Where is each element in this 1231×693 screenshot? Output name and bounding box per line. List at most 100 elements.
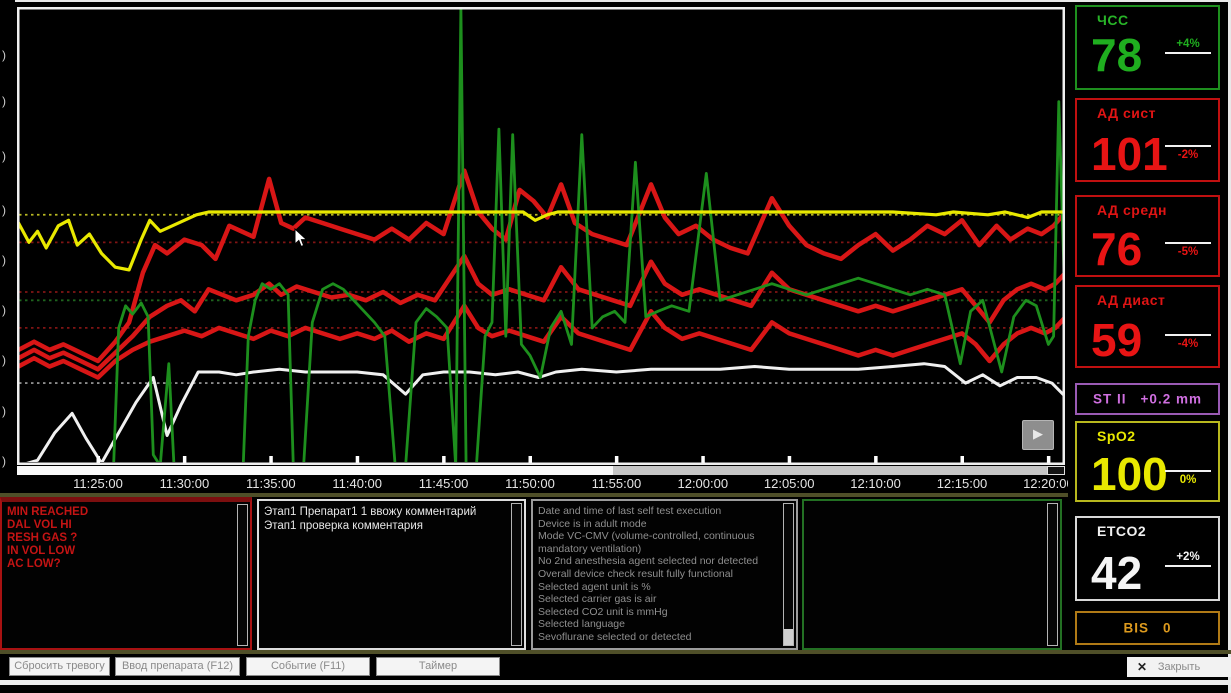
- vital-trend-line: [1165, 242, 1211, 244]
- vital-panel-st[interactable]: ST II+0.2 mm: [1075, 383, 1220, 415]
- x-axis-label: 12:15:00: [920, 476, 1004, 491]
- trend-scroll-thumb[interactable]: [613, 466, 1047, 475]
- device-panel-scroll-thumb[interactable]: [784, 629, 793, 645]
- vital-value-bis: 0: [1163, 621, 1172, 636]
- trend-scroll-elapsed: [17, 466, 613, 475]
- vital-trend-bp-mean: -5%: [1163, 227, 1213, 261]
- device-status-line: Mode VC-CMV (volume-controlled, continuo…: [538, 530, 780, 543]
- vital-trend-bp-dia: -4%: [1163, 319, 1213, 353]
- comments-panel-scrollbar[interactable]: [511, 503, 522, 646]
- vital-trend-spo2: 0%: [1163, 455, 1213, 489]
- device-status-line: Selected agent unit is %: [538, 581, 780, 594]
- vital-trend-percent: 0%: [1163, 473, 1213, 487]
- y-axis-tick: ): [2, 203, 6, 217]
- trend-chart[interactable]: [17, 7, 1065, 465]
- alarm-message: IN VOL LOW: [7, 545, 234, 558]
- vital-panel-bis[interactable]: BIS 0: [1075, 611, 1220, 645]
- device-status-line: Selected language: [538, 618, 780, 631]
- device-status-line: Device is in adult mode: [538, 518, 780, 531]
- mouse-cursor: [294, 228, 308, 248]
- vital-value-bp-dia: 59: [1091, 319, 1142, 361]
- comment-line: Этап1 проверка комментария: [264, 519, 508, 533]
- vital-label-spo2: SpO2: [1097, 428, 1136, 444]
- bottom-separator: [0, 680, 1231, 685]
- vital-inline-row: ST II+0.2 mm: [1077, 392, 1218, 407]
- comments-panel[interactable]: Этап1 Препарат1 1 ввожу комментарийЭтап1…: [257, 499, 526, 650]
- trend-scroll-track-end[interactable]: [1047, 466, 1065, 475]
- x-axis-label: 11:25:00: [56, 476, 140, 491]
- vital-inline-row: BIS 0: [1077, 621, 1218, 636]
- x-axis-label: 11:50:00: [488, 476, 572, 491]
- play-arrow-icon: ▶: [1033, 426, 1043, 441]
- close-button[interactable]: ✕ Закрыть: [1127, 657, 1231, 677]
- vital-trend-percent: -5%: [1163, 245, 1213, 259]
- vital-trend-line: [1165, 145, 1211, 147]
- vital-trend-line: [1165, 334, 1211, 336]
- vital-panel-bp-dia[interactable]: АД диаст 59 -4%: [1075, 285, 1220, 368]
- vital-trend-percent: -2%: [1163, 148, 1213, 162]
- vital-trend-line: [1165, 470, 1211, 472]
- toolbar-button-2[interactable]: Ввод препарата (F12): [115, 657, 240, 676]
- device-status-line: mandatory ventilation): [538, 543, 780, 556]
- vital-trend-percent: -4%: [1163, 337, 1213, 351]
- vital-trend-hr: +4%: [1163, 37, 1213, 71]
- x-axis-label: 12:10:00: [834, 476, 918, 491]
- y-axis-tick: ): [2, 303, 6, 317]
- device-status-line: Date and time of last self test executio…: [538, 505, 780, 518]
- comment-line: Этап1 Препарат1 1 ввожу комментарий: [264, 505, 508, 519]
- vital-label-bis: BIS: [1123, 621, 1149, 636]
- toolbar-button-3[interactable]: Событие (F11): [246, 657, 370, 676]
- events-list: [804, 501, 1046, 509]
- vital-trend-etco2: +2%: [1163, 550, 1213, 584]
- x-axis-label: 11:55:00: [574, 476, 658, 491]
- x-axis-label: 12:05:00: [747, 476, 831, 491]
- alarm-message: MIN REACHED: [7, 506, 234, 519]
- x-axis-label: 11:30:00: [142, 476, 226, 491]
- trend-forward-button[interactable]: ▶: [1022, 420, 1054, 450]
- alarm-message: RESH GAS ?: [7, 532, 234, 545]
- alarm-message: DAL VOL HI: [7, 519, 234, 532]
- alarm-message: AC LOW?: [7, 558, 234, 571]
- vital-panel-spo2[interactable]: SpO2 1000%: [1075, 421, 1220, 502]
- y-axis-tick: ): [2, 48, 6, 62]
- y-axis-tick: ): [2, 253, 6, 267]
- close-button-label: Закрыть: [1158, 661, 1200, 673]
- events-panel-scrollbar[interactable]: [1047, 503, 1058, 646]
- vital-panel-bp-mean[interactable]: АД средн76-5%: [1075, 195, 1220, 277]
- chart-border: [18, 8, 1064, 464]
- trend-series-ETCO2: [19, 364, 1066, 465]
- toolbar-button-1[interactable]: Сбросить тревогу: [9, 657, 110, 676]
- alarm-messages-panel[interactable]: MIN REACHEDDAL VOL HIRESH GAS ?IN VOL LO…: [0, 497, 252, 650]
- trend-scrollbar[interactable]: [17, 466, 1065, 475]
- vital-trend-line: [1165, 565, 1211, 567]
- vital-panel-etco2[interactable]: ETCO242+2%: [1075, 516, 1220, 601]
- x-axis-label: 11:35:00: [229, 476, 313, 491]
- vital-trend-line: [1165, 52, 1211, 54]
- vital-label-st: ST II: [1093, 392, 1127, 407]
- device-panel-scrollbar[interactable]: [783, 503, 794, 646]
- x-axis-label: 12:00:00: [661, 476, 745, 491]
- comment-list: Этап1 Препарат1 1 ввожу комментарийЭтап1…: [259, 501, 510, 537]
- x-axis-label: 11:40:00: [315, 476, 399, 491]
- x-axis-label: 11:45:00: [402, 476, 486, 491]
- trend-series-ЧСС: [114, 8, 1065, 465]
- vital-label-bp-sys: АД сист: [1097, 105, 1156, 121]
- device-status-line: Selected carrier gas is air: [538, 593, 780, 606]
- vital-panel-hr[interactable]: ЧСС 78 +4%: [1075, 5, 1220, 90]
- vital-value-spo2: 100: [1091, 453, 1168, 495]
- vital-label-hr: ЧСС: [1097, 12, 1129, 28]
- vital-value-hr: 78: [1091, 34, 1142, 76]
- device-status-panel[interactable]: Date and time of last self test executio…: [531, 499, 798, 650]
- device-status-line: Overall device check result fully functi…: [538, 568, 780, 581]
- toolbar-button-4[interactable]: Таймер: [376, 657, 500, 676]
- alarm-panel-scrollbar[interactable]: [237, 504, 248, 646]
- vital-label-bp-dia: АД диаст: [1097, 292, 1165, 308]
- vital-trend-percent: +2%: [1163, 550, 1213, 564]
- events-panel[interactable]: [802, 499, 1062, 650]
- vital-panel-bp-sys[interactable]: АД сист101-2%: [1075, 98, 1220, 182]
- y-axis-tick: ): [2, 454, 6, 468]
- vital-trend-percent: +4%: [1163, 37, 1213, 51]
- device-status-list: Date and time of last self test executio…: [533, 501, 782, 648]
- y-axis-tick: ): [2, 404, 6, 418]
- y-axis-tick: ): [2, 94, 6, 108]
